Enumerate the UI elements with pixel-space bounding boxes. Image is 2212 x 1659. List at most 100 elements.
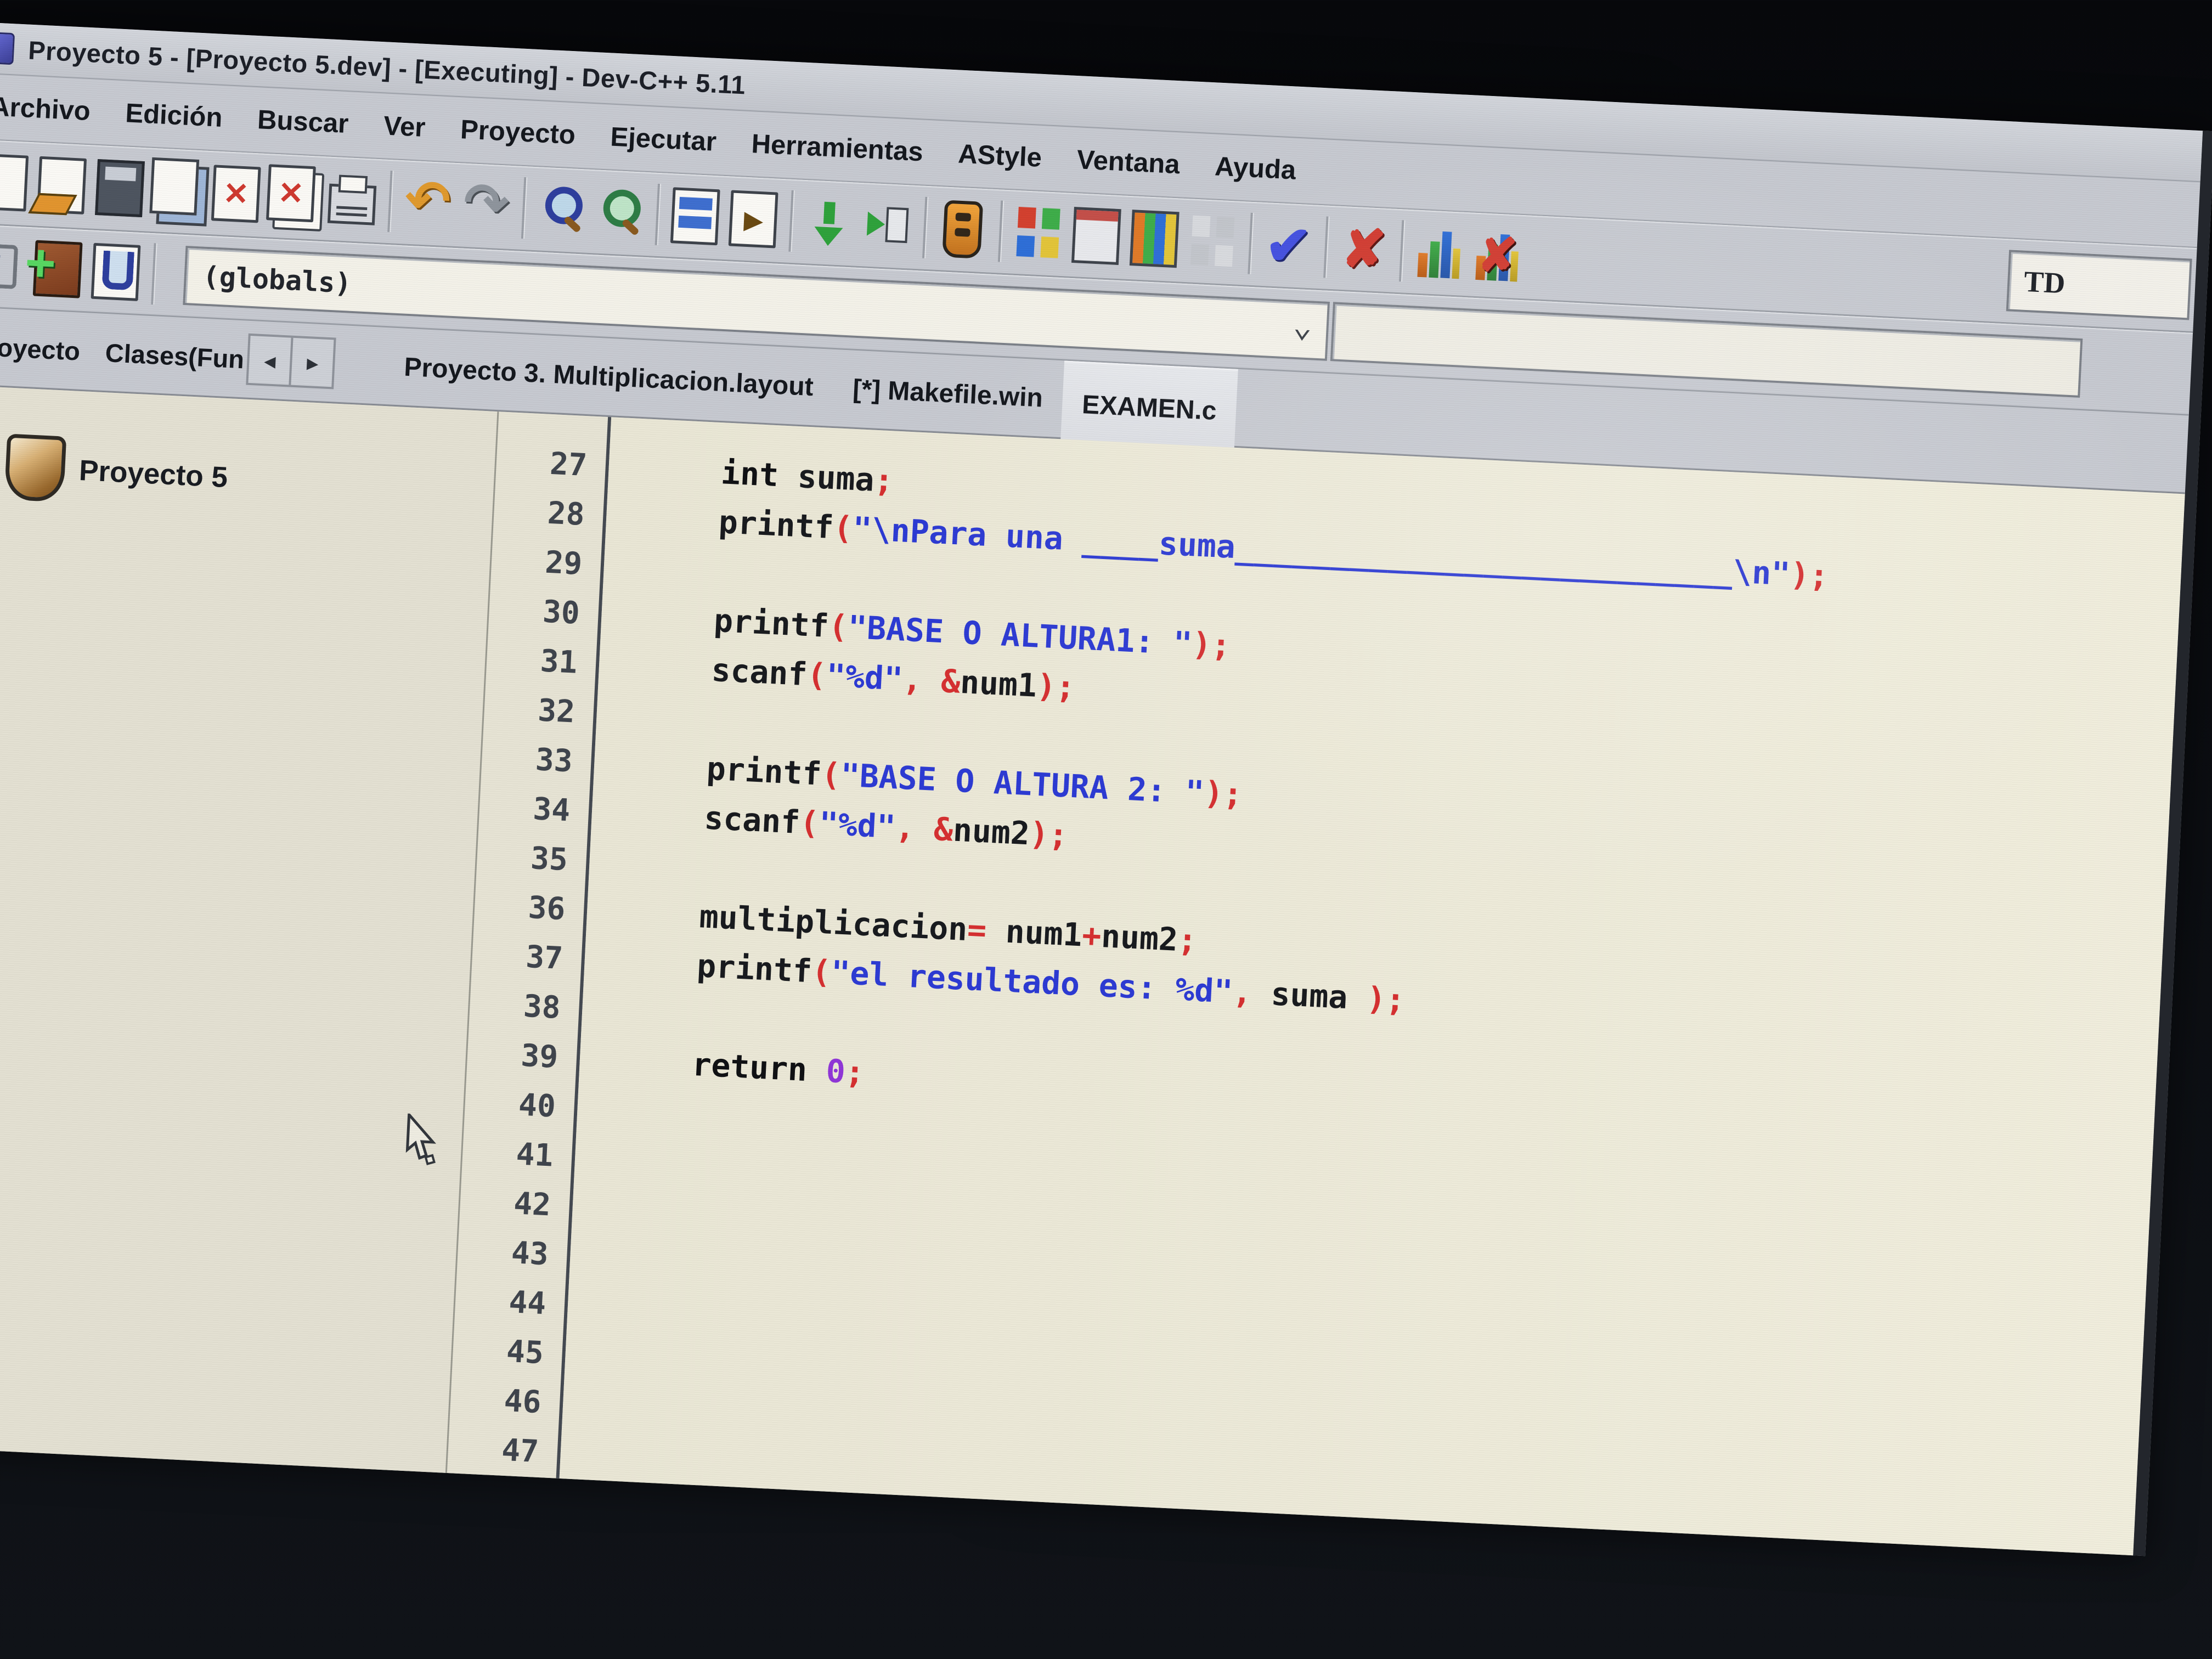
code-token: = — [967, 911, 988, 949]
code-token: scanf — [703, 799, 801, 840]
tree-item-label: Proyecto 5 — [78, 454, 229, 494]
panel-tab-clasesfun[interactable]: Clases(Fun — [105, 337, 245, 374]
next-bookmark-button[interactable] — [723, 182, 784, 257]
syntax-check-button[interactable] — [1257, 208, 1319, 283]
replace-button[interactable] — [589, 175, 650, 250]
open-file-icon — [37, 156, 87, 215]
new-file-icon — [0, 154, 29, 212]
save-all-button[interactable] — [147, 154, 208, 229]
win-window-button[interactable] — [1065, 199, 1127, 274]
win-squares-button[interactable] — [1007, 195, 1069, 270]
syntax-check-icon — [1266, 219, 1310, 272]
line-number: 41 — [461, 1127, 573, 1182]
line-number: 44 — [454, 1275, 566, 1330]
new-file-button[interactable] — [0, 145, 35, 220]
menu-item-archivo[interactable]: Archivo — [0, 91, 91, 127]
toolbar-group — [1257, 202, 1319, 289]
toolbar-group — [932, 187, 994, 273]
redo-button[interactable] — [455, 168, 517, 244]
menu-item-buscar[interactable]: Buscar — [257, 104, 349, 139]
line-number: 34 — [478, 782, 590, 837]
editor-tab-makefile-win[interactable]: [*] Makefile.win — [831, 349, 1064, 437]
menu-item-ejecutar[interactable]: Ejecutar — [610, 122, 717, 157]
profile-icon — [1417, 227, 1461, 279]
replace-icon — [597, 187, 641, 239]
code-token: "%d" — [826, 657, 904, 698]
menu-item-ver[interactable]: Ver — [383, 110, 426, 143]
code-token: int — [720, 454, 780, 494]
toolbar-separator — [1399, 220, 1404, 281]
app-icon — [0, 31, 15, 65]
save-icon — [95, 159, 145, 217]
chevron-down-icon[interactable]: ⌄ — [1292, 307, 1313, 345]
run-button[interactable] — [856, 188, 918, 263]
menu-item-proyecto[interactable]: Proyecto — [460, 114, 576, 150]
code-token: ( — [811, 952, 832, 991]
undo-button[interactable] — [397, 166, 459, 241]
save-button[interactable] — [89, 150, 150, 225]
menu-item-astyle[interactable]: AStyle — [957, 139, 1042, 173]
abort-button[interactable] — [1333, 211, 1395, 286]
code-token: + — [1081, 916, 1102, 955]
win-two-button[interactable] — [1182, 204, 1243, 279]
profile-del-button[interactable] — [1466, 218, 1528, 293]
line-number: 33 — [481, 733, 592, 788]
win-two-icon — [1190, 216, 1234, 268]
toggle-bookmark-button[interactable] — [85, 234, 146, 309]
menu-item-ventana[interactable]: Ventana — [1076, 144, 1180, 180]
toolbar-separator — [788, 190, 793, 252]
tab-scroll-right-icon[interactable]: ▸ — [289, 338, 334, 387]
tab-scroll-arrows: ◂ ▸ — [246, 334, 336, 390]
profile-del-icon — [1475, 229, 1519, 282]
next-bookmark-icon — [729, 190, 778, 248]
line-number: 39 — [466, 1029, 578, 1084]
toolbar-separator — [922, 197, 927, 258]
menu-item-ayuda[interactable]: Ayuda — [1214, 151, 1296, 185]
print-icon — [328, 184, 376, 225]
menu-item-herramientas[interactable]: Herramientas — [751, 128, 924, 167]
goto-line-button[interactable] — [664, 179, 726, 254]
add-bookmark-button[interactable] — [27, 232, 88, 307]
compiler-selector[interactable]: TD — [2006, 250, 2192, 320]
code-token: printf — [696, 947, 813, 990]
code-token: ); — [1029, 815, 1069, 854]
compile-button[interactable] — [798, 185, 860, 261]
code-token: printf — [713, 602, 830, 645]
toolbar-group — [664, 173, 785, 262]
add-bookmark-icon — [33, 240, 83, 298]
line-number: 45 — [452, 1324, 563, 1379]
line-number: 31 — [486, 634, 597, 689]
toolbar-group — [1007, 190, 1244, 285]
tree-item-proyecto5[interactable]: + Proyecto 5 — [0, 431, 495, 523]
code-token: num2 — [1101, 917, 1179, 958]
tab-scroll-left-icon[interactable]: ◂ — [249, 336, 291, 385]
code-token: suma — [1251, 974, 1368, 1017]
devcpp-project-icon — [4, 434, 67, 503]
close-file-button[interactable] — [205, 156, 267, 232]
find-button[interactable] — [531, 172, 592, 247]
menu-item-edicion[interactable]: Edición — [125, 98, 223, 133]
code-token: , & — [902, 661, 961, 701]
toolbar-group — [798, 180, 918, 269]
code-token: num2 — [952, 811, 1031, 853]
win-window-icon — [1071, 207, 1121, 265]
debug-button[interactable] — [932, 192, 994, 267]
close-all-button[interactable] — [263, 159, 325, 234]
undo-icon — [406, 177, 450, 230]
left-panel-tabs: Proyecto Clases(Fun — [0, 330, 245, 374]
main-content: + Proyecto 5 272829303132333435363738394… — [0, 385, 2185, 1556]
panel-tab-proyecto[interactable]: Proyecto — [0, 331, 81, 366]
code-token: return — [691, 1046, 808, 1088]
print-button[interactable] — [321, 162, 383, 237]
code-token: num1 — [960, 663, 1038, 704]
project-browser-panel[interactable]: + Proyecto 5 — [0, 385, 499, 1480]
goto-line-icon — [670, 187, 720, 245]
line-number: 36 — [473, 881, 585, 935]
toolbar-separator — [1323, 216, 1328, 278]
toolbar-separator — [151, 243, 156, 304]
profile-button[interactable] — [1408, 215, 1470, 290]
symbol-combobox-value: (globals) — [202, 261, 352, 300]
open-file-button[interactable] — [31, 148, 92, 223]
code-editor[interactable]: int suma;printf("\nPara una ____suma____… — [559, 417, 2185, 1556]
win-grid-button[interactable] — [1124, 201, 1185, 276]
